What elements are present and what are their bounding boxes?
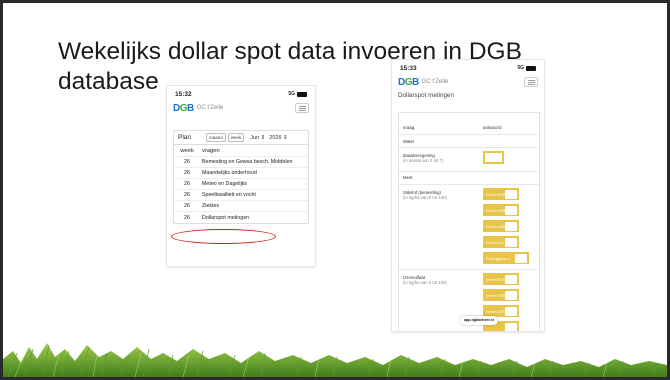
browser-url-pill[interactable]: app.dgbbeheer.nl — [460, 316, 498, 325]
battery-icon — [526, 65, 536, 71]
plan-label: Plan — [178, 134, 192, 141]
stikstof-input-puttinggreen[interactable]: Puttinggreen 1 — [483, 252, 529, 264]
col-antwoord: antwoord — [483, 125, 502, 130]
ijzer-input-green-rgb[interactable]: Green RGB — [483, 273, 519, 285]
battery-icon — [297, 91, 307, 97]
toggle-month-button[interactable]: maand — [206, 133, 226, 142]
table-row[interactable]: 26 Bemesting en Gewas besch. Middelen — [174, 157, 308, 168]
status-bar: 15:33 5G — [392, 60, 544, 74]
year-select[interactable]: 2026 ⇕ — [269, 135, 287, 141]
phone-screenshot-plan: 15:32 5G DGB GC t'Zelle Plan maand week … — [167, 86, 315, 266]
grass-decoration — [3, 343, 667, 377]
dauw-input[interactable] — [483, 151, 504, 164]
section-mest: Mest — [403, 175, 413, 180]
dauw-label: dauwberegening (in aantal van 0 tot 7) — [403, 153, 444, 163]
app-bar: DGB GC t'Zelle — [167, 100, 315, 116]
section-water: Water — [403, 139, 415, 144]
hamburger-menu-icon[interactable] — [295, 103, 309, 113]
table-header: week vragen — [174, 145, 308, 157]
red-highlight-ellipse — [171, 229, 276, 244]
stikstof-input-green-ygb[interactable]: Green YGB — [483, 204, 519, 216]
plan-card: Plan maand week Jun ⇕ 2026 ⇕ week vragen… — [173, 130, 309, 224]
measurement-form: vraag antwoord Water dauwberegening (in a… — [398, 112, 540, 331]
plan-header: Plan maand week Jun ⇕ 2026 ⇕ — [174, 131, 308, 145]
table-row[interactable]: 26 Meteo en Dagelijks — [174, 179, 308, 190]
club-name: GC t'Zelle — [421, 79, 449, 85]
month-select[interactable]: Jun ⇕ — [250, 135, 265, 141]
ijzer-input-green-ygb[interactable]: Green YGB — [483, 289, 519, 301]
table-row[interactable]: 26 Maandelijks onderhoud — [174, 168, 308, 179]
stikstof-input-green-18gb[interactable]: Green 18GB — [483, 220, 519, 232]
phone-screenshot-form: 15:33 5G DGB GC t'Zelle Dollarspot metin… — [392, 60, 544, 331]
status-bar: 15:32 5G — [167, 86, 315, 100]
stikstof-label: Stikstof (bemesting) (in kg/ha van 0 tot … — [403, 190, 447, 200]
signal-label: 5G — [288, 91, 295, 97]
stikstof-input-green-rgb[interactable]: Green RGB — [483, 188, 519, 200]
hamburger-menu-icon[interactable] — [524, 77, 538, 87]
signal-label: 5G — [517, 65, 524, 71]
status-time: 15:33 — [400, 65, 417, 72]
table-row[interactable]: 26 Ziektes — [174, 201, 308, 212]
slide: Wekelijks dollar spot data invoeren in D… — [3, 3, 667, 377]
club-name: GC t'Zelle — [196, 105, 224, 111]
col-vraag: vraag — [403, 125, 415, 130]
table-row[interactable]: 26 Speelkwaliteit en vocht — [174, 190, 308, 201]
stikstof-input-green-14l[interactable]: Green 14L — [483, 236, 519, 248]
toggle-week-button[interactable]: week — [227, 133, 245, 142]
table-row-dollarspot[interactable]: 26 Dollarspot metingen — [174, 212, 308, 223]
form-title: Dollarspot metingen — [398, 92, 455, 99]
dgb-logo: DGB — [173, 102, 194, 114]
dgb-logo: DGB — [398, 76, 419, 88]
status-time: 15:32 — [175, 91, 192, 98]
ijzer-label: IJzersulfaat (in kg/ha van 0 tot 100) — [403, 275, 447, 285]
app-bar: DGB GC t'Zelle — [392, 74, 544, 90]
